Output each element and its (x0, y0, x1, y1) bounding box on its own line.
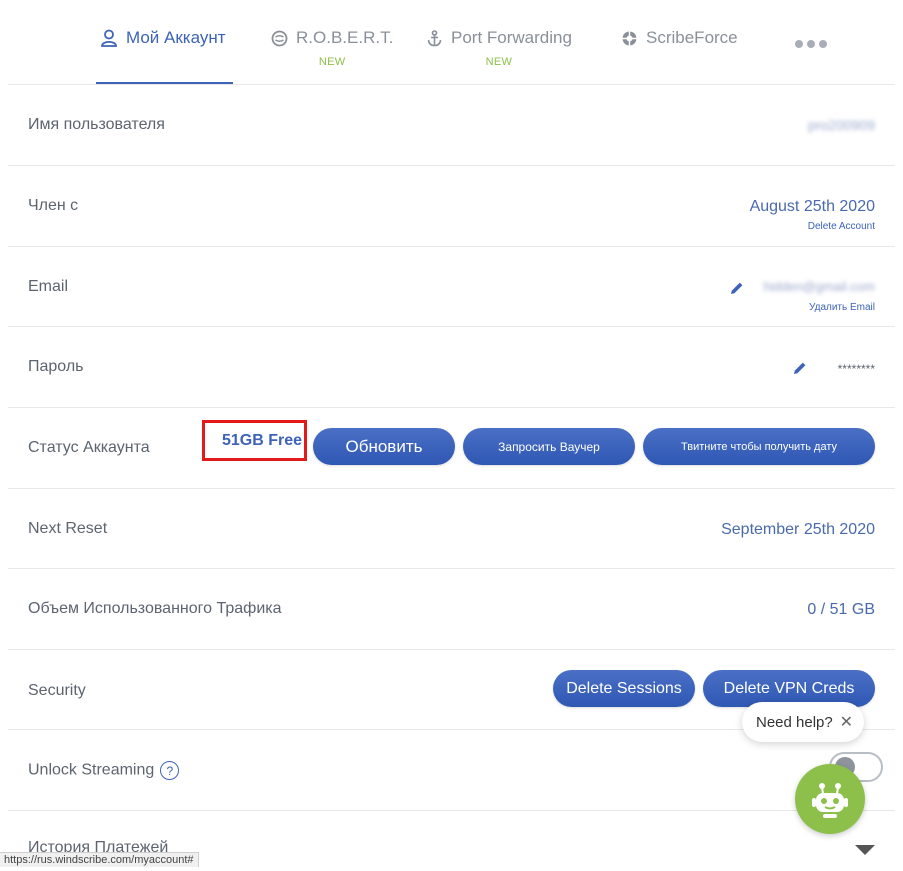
email-label: Email (28, 278, 69, 295)
robot-icon (812, 783, 848, 818)
delete-sessions-button[interactable]: Delete Sessions (553, 670, 695, 707)
unlock-streaming-label-wrap: Unlock Streaming? (28, 761, 180, 780)
account-tabs: Мой Аккаунт R.O.B.E.R.T. NEW Port Forwar… (0, 0, 903, 85)
password-value: ******** (837, 362, 875, 376)
traffic-value: 0 / 51 GB (807, 601, 875, 618)
need-help-text: Need help? (756, 713, 833, 731)
close-icon[interactable]: ✕ (840, 712, 853, 732)
unlock-streaming-row: Unlock Streaming? (8, 730, 895, 811)
tab-scribeforce[interactable]: ScribeForce (621, 28, 738, 85)
tab-port-forwarding[interactable]: Port Forwarding NEW (426, 28, 572, 85)
chevron-down-icon[interactable] (855, 845, 875, 855)
tab-label: Мой Аккаунт (126, 28, 226, 47)
tweet-for-data-button[interactable]: Твитните чтобы получить дату (643, 428, 875, 465)
email-row: Email hidden@gmail.com Удалить Email (8, 247, 895, 327)
new-badge: NEW (485, 56, 513, 68)
next-reset-value: September 25th 2020 (721, 521, 875, 538)
unlock-streaming-label: Unlock Streaming (28, 761, 155, 779)
next-reset-row: Next Reset September 25th 2020 (8, 489, 895, 569)
username-value: pro200909 (808, 117, 875, 133)
new-badge: NEW (318, 56, 346, 68)
user-icon (101, 29, 117, 47)
username-row: Имя пользователя pro200909 (8, 85, 895, 166)
upgrade-button[interactable]: Обновить (313, 428, 455, 465)
request-voucher-button[interactable]: Запросить Ваучер (463, 428, 635, 465)
tab-label: R.O.B.E.R.T. (296, 28, 394, 47)
member-since-value: August 25th 2020 (749, 198, 875, 215)
status-bar-url: https://rus.windscribe.com/myaccount# (0, 852, 199, 867)
scribeforce-icon (622, 31, 637, 45)
member-since-label: Член с (28, 197, 79, 214)
anchor-icon (427, 29, 442, 46)
delete-account-link[interactable]: Delete Account (808, 221, 875, 232)
next-reset-label: Next Reset (28, 520, 108, 537)
password-row: Пароль ******** (8, 327, 895, 408)
password-label: Пароль (28, 358, 84, 375)
tab-robert[interactable]: R.O.B.E.R.T. NEW (271, 28, 393, 85)
traffic-row: Объем Использованного Трафика 0 / 51 GB (8, 569, 895, 650)
account-status-label: Статус Аккаунта (28, 439, 150, 456)
tab-label: ScribeForce (646, 28, 738, 47)
robert-shield-icon (271, 30, 288, 46)
email-value: hidden@gmail.com (763, 279, 875, 294)
delete-email-link[interactable]: Удалить Email (809, 302, 875, 313)
need-help-bubble[interactable]: Need help? ✕ (742, 702, 864, 742)
member-since-row: Член с August 25th 2020 Delete Account (8, 166, 895, 247)
more-dots-icon[interactable] (795, 40, 827, 48)
security-label: Security (28, 682, 86, 699)
help-question-icon[interactable]: ? (160, 761, 180, 780)
pencil-icon[interactable] (729, 280, 745, 296)
tab-label: Port Forwarding (451, 28, 572, 47)
account-status-value: 51GB Free (202, 420, 307, 461)
chat-launcher-button[interactable] (795, 764, 865, 834)
traffic-label: Объем Использованного Трафика (28, 600, 282, 617)
username-label: Имя пользователя (28, 116, 165, 133)
pencil-icon[interactable] (792, 360, 808, 376)
tab-my-account[interactable]: Мой Аккаунт (100, 28, 226, 85)
